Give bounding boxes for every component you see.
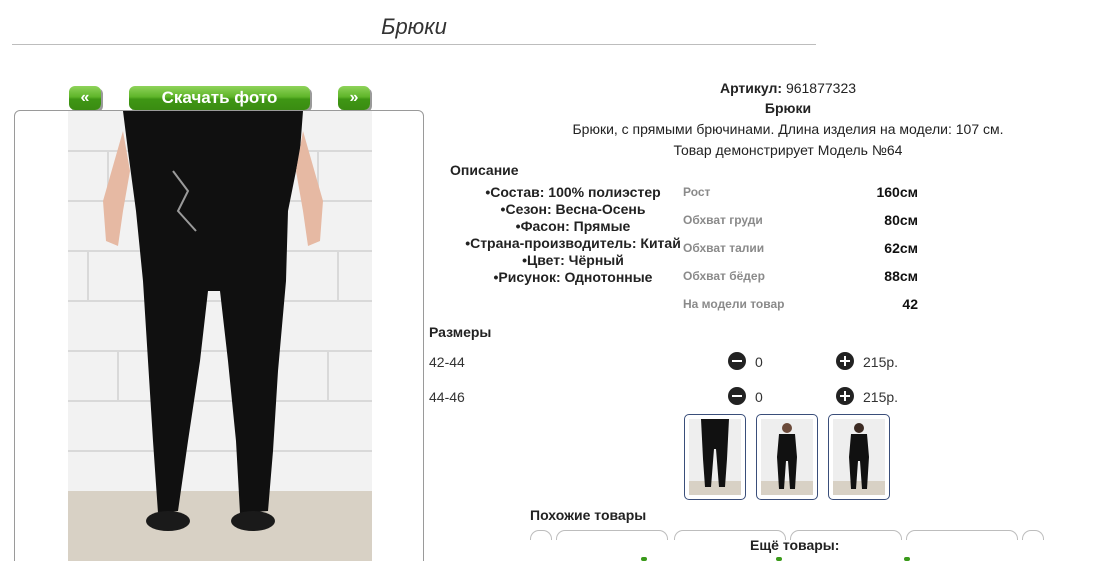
size-label: 44-46 xyxy=(429,389,465,405)
similar-products-heading: Похожие товары xyxy=(530,507,647,523)
param-label: Обхват груди xyxy=(683,213,763,227)
description-item: Фасон: Прямые xyxy=(438,218,708,235)
product-thumbnail[interactable] xyxy=(756,414,818,500)
price-value: 215р. xyxy=(863,389,899,405)
sizes-heading: Размеры xyxy=(429,324,492,340)
quantity-value: 0 xyxy=(755,389,763,405)
article-label: Артикул: xyxy=(719,80,783,96)
size-label: 42-44 xyxy=(429,354,465,370)
product-name: Брюки xyxy=(764,100,812,116)
link-fragment xyxy=(904,557,910,561)
param-label: Рост xyxy=(683,185,711,199)
more-products-heading: Ещё товары: xyxy=(750,537,840,553)
param-label: На модели товар xyxy=(683,297,785,311)
description-item: Состав: 100% полиэстер xyxy=(438,184,708,201)
quantity-value: 0 xyxy=(755,354,763,370)
minus-icon[interactable] xyxy=(728,352,746,370)
minus-icon[interactable] xyxy=(728,387,746,405)
param-row: Обхват груди 80см xyxy=(683,210,923,238)
param-value: 80см xyxy=(884,212,918,228)
carousel-next-tab[interactable] xyxy=(1022,530,1044,540)
param-label: Обхват талии xyxy=(683,241,765,255)
description-item: Рисунок: Однотонные xyxy=(438,269,708,286)
description-item: Цвет: Чёрный xyxy=(438,252,708,269)
download-photo-button[interactable]: Скачать фото xyxy=(129,86,310,110)
size-row: 42-44 0 215р. xyxy=(429,352,929,374)
product-description: Брюки, с прямыми брючинами. Длина издели… xyxy=(572,121,1004,137)
model-info: Товар демонстрирует Модель №64 xyxy=(673,142,903,158)
carousel-prev-tab[interactable] xyxy=(530,530,552,540)
param-row: Обхват талии 62см xyxy=(683,238,923,266)
product-photo-frame xyxy=(14,110,424,561)
plus-icon[interactable] xyxy=(836,387,854,405)
param-value: 160см xyxy=(876,184,918,200)
description-item: Сезон: Весна-Осень xyxy=(438,201,708,218)
plus-icon[interactable] xyxy=(836,352,854,370)
thumbnail-image xyxy=(761,419,813,495)
article-value: 961877323 xyxy=(782,80,857,96)
carousel-tab[interactable] xyxy=(906,530,1018,540)
param-row: На модели товар 42 xyxy=(683,294,923,322)
link-fragment xyxy=(776,557,782,561)
param-row: Рост 160см xyxy=(683,182,923,210)
description-list: Состав: 100% полиэстер Сезон: Весна-Осен… xyxy=(438,184,708,286)
size-row: 44-46 0 215р. xyxy=(429,387,929,409)
model-params-table: Рост 160см Обхват груди 80см Обхват тали… xyxy=(683,182,923,322)
product-thumbnail[interactable] xyxy=(828,414,890,500)
description-heading: Описание xyxy=(450,162,519,178)
param-label: Обхват бёдер xyxy=(683,269,765,283)
carousel-tab[interactable] xyxy=(556,530,668,540)
thumbnail-image xyxy=(689,419,741,495)
product-photo[interactable] xyxy=(68,111,372,561)
link-fragment xyxy=(641,557,647,561)
param-value: 62см xyxy=(884,240,918,256)
param-value: 88см xyxy=(884,268,918,284)
next-photo-button[interactable]: » xyxy=(338,86,370,110)
description-item: Страна-производитель: Китай xyxy=(438,235,708,252)
article-line: Артикул: 961877323 xyxy=(438,80,1101,96)
param-row: Обхват бёдер 88см xyxy=(683,266,923,294)
price-value: 215р. xyxy=(863,354,899,370)
prev-photo-button[interactable]: « xyxy=(69,86,101,110)
param-value: 42 xyxy=(902,296,918,312)
page-title: Брюки xyxy=(381,14,447,39)
thumbnail-image xyxy=(833,419,885,495)
product-thumbnail[interactable] xyxy=(684,414,746,500)
title-divider xyxy=(12,44,816,45)
